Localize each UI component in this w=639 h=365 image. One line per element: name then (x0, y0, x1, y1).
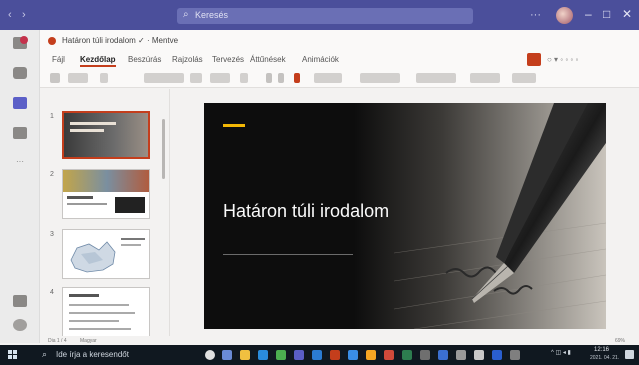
slide-number: 1 (50, 113, 54, 120)
title-bar: ‹ › ⌕ Keresés ··· – □ ✕ (0, 0, 639, 30)
app-icon[interactable] (474, 350, 484, 360)
cortana-icon[interactable] (205, 350, 215, 360)
notification-badge (20, 36, 28, 44)
document-title[interactable]: Határon túli irodalom ✓ · Mentve (62, 36, 178, 45)
slide-canvas[interactable]: Határon túli irodalom (204, 103, 606, 329)
word-icon[interactable] (312, 350, 322, 360)
teams-app-icon[interactable] (294, 350, 304, 360)
app-icon[interactable] (402, 350, 412, 360)
rail-help[interactable] (4, 316, 36, 346)
system-tray[interactable]: ^ ◫ ◂ ▮ (551, 349, 571, 356)
shapes-button[interactable] (360, 73, 400, 83)
find-button[interactable] (470, 73, 500, 83)
maximize-icon[interactable]: □ (603, 7, 610, 21)
font-color-button[interactable] (294, 73, 300, 83)
paragraph-controls[interactable] (314, 73, 342, 83)
mail-icon[interactable] (348, 350, 358, 360)
notification-icon[interactable] (625, 350, 634, 359)
rail-chat[interactable] (4, 64, 36, 94)
tab-transitions[interactable]: Áttűnések (250, 55, 286, 64)
arrange-button[interactable] (416, 73, 456, 83)
layout-button[interactable] (144, 73, 184, 83)
share-button[interactable] (527, 53, 541, 66)
status-bar: Dia 1 / 4 Magyar 69% (40, 336, 639, 345)
app-icon[interactable] (510, 350, 520, 360)
slide-title[interactable]: Határon túli irodalom (223, 201, 423, 222)
back-icon[interactable]: ‹ (8, 9, 12, 21)
search-input[interactable]: ⌕ Keresés (177, 8, 473, 24)
edge-icon[interactable] (258, 350, 268, 360)
powerpoint-app-icon[interactable] (330, 350, 340, 360)
app-header: Határon túli irodalom ✓ · Mentve (40, 30, 639, 52)
font-family-select[interactable] (210, 73, 230, 83)
search-placeholder: Keresés (195, 10, 229, 20)
app-rail: ··· (0, 30, 40, 343)
rail-more[interactable]: ··· (4, 154, 36, 184)
assignments-icon (13, 127, 27, 139)
tab-insert[interactable]: Beszúrás (128, 55, 161, 64)
taskbar-search[interactable]: Ide írja a keresendőt (56, 350, 129, 359)
slide-thumbnail-4[interactable] (62, 287, 150, 343)
new-slide-button[interactable] (100, 73, 108, 83)
app-icon[interactable] (492, 350, 502, 360)
tab-animations[interactable]: Animációk (302, 55, 339, 64)
app-icon[interactable] (420, 350, 430, 360)
ribbon-right-controls[interactable]: ○ ▾ ◦ ◦ ◦ ◦ (547, 55, 578, 64)
chrome-icon[interactable] (366, 350, 376, 360)
task-view-icon[interactable] (222, 350, 232, 360)
app-icon[interactable] (438, 350, 448, 360)
tab-design[interactable]: Tervezés (212, 55, 244, 64)
clock-time[interactable]: 12:16 (594, 347, 609, 353)
tab-home[interactable]: Kezdőlap (80, 55, 116, 67)
slide-number: 3 (50, 231, 54, 238)
search-icon: ⌕ (183, 9, 189, 20)
forward-icon[interactable]: › (22, 9, 26, 21)
clock-date[interactable]: 2021. 04. 21. (590, 355, 619, 361)
section-button[interactable] (190, 73, 202, 83)
slide-divider (223, 254, 353, 255)
thumbnail-scrollbar[interactable] (162, 119, 165, 179)
excel-icon[interactable] (276, 350, 286, 360)
rail-teams[interactable] (4, 94, 36, 124)
more-apps-icon: ··· (16, 157, 24, 166)
teams-icon (13, 97, 27, 109)
slide-thumbnail-1[interactable] (62, 111, 150, 159)
start-button[interactable] (8, 350, 18, 360)
chat-icon (13, 67, 27, 79)
search-icon[interactable]: ⌕ (42, 349, 47, 360)
slide-thumbnail-3[interactable] (62, 229, 150, 279)
slide-number: 2 (50, 171, 54, 178)
rail-assignments[interactable] (4, 124, 36, 154)
slide-thumbnail-2[interactable] (62, 169, 150, 219)
ribbon-toolbar (40, 68, 639, 88)
language-status[interactable]: Magyar (80, 338, 97, 344)
powerpoint-icon (48, 37, 56, 45)
file-explorer-icon[interactable] (240, 350, 250, 360)
bold-button[interactable] (266, 73, 272, 83)
avatar[interactable] (556, 7, 573, 24)
minimize-icon[interactable]: – (585, 7, 592, 21)
slide-counter: Dia 1 / 4 (48, 338, 67, 344)
app-icon[interactable] (456, 350, 466, 360)
windows-taskbar: ⌕ Ide írja a keresendőt ^ ◫ ◂ ▮ 12:16 20… (0, 345, 639, 365)
italic-button[interactable] (278, 73, 284, 83)
teams-window: ‹ › ⌕ Keresés ··· – □ ✕ ··· Határon túli… (0, 0, 639, 365)
help-icon (13, 319, 27, 331)
more-options-icon[interactable]: ··· (530, 9, 541, 21)
apps-icon (13, 295, 27, 307)
paste-button[interactable] (68, 73, 88, 83)
designer-button[interactable] (512, 73, 536, 83)
app-icon[interactable] (384, 350, 394, 360)
slide-accent-bar (223, 124, 245, 127)
ribbon-tabs: Fájl Kezdőlap Beszúrás Rajzolás Tervezés… (40, 52, 639, 68)
tab-file[interactable]: Fájl (52, 55, 65, 64)
zoom-level[interactable]: 69% (615, 338, 625, 344)
slide-thumbnail-pane: 1 2 3 4 (40, 89, 170, 343)
font-size-select[interactable] (240, 73, 248, 83)
undo-icon[interactable] (50, 73, 60, 83)
slide-number: 4 (50, 289, 54, 296)
tab-draw[interactable]: Rajzolás (172, 55, 203, 64)
close-icon[interactable]: ✕ (622, 7, 632, 21)
